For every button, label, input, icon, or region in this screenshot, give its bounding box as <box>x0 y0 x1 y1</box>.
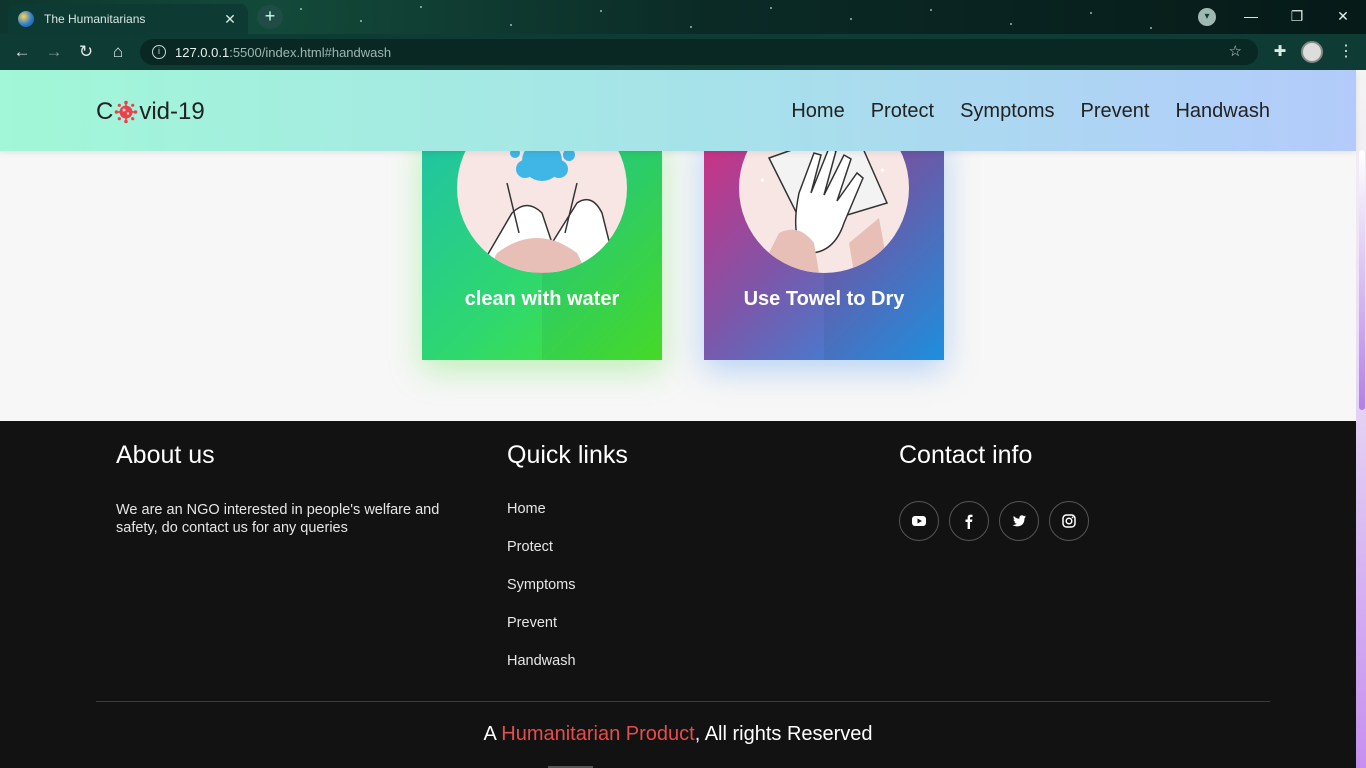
facebook-button[interactable] <box>949 501 989 541</box>
extensions-puzzle-icon[interactable]: ✚ <box>1270 42 1290 62</box>
svg-text:✦: ✦ <box>759 176 766 185</box>
instagram-icon <box>1062 514 1076 528</box>
logo-letter-c: C <box>96 98 114 125</box>
site-navbar: C vid-19 Home Protect Symptoms Prevent H… <box>0 70 1356 151</box>
new-tab-button[interactable]: + <box>257 5 283 29</box>
card-label-water: clean with water <box>464 288 620 310</box>
browser-menu-icon[interactable]: ⋮ <box>1338 41 1354 63</box>
copyright-brand-link[interactable]: Humanitarian Product <box>501 723 694 745</box>
minimize-button[interactable]: — <box>1241 6 1261 26</box>
handwash-section: clean with water ✦ ✦ ✦ Use Towel to Dry <box>0 131 1356 421</box>
twitter-icon <box>1012 515 1026 527</box>
copyright-prefix: A <box>483 723 502 745</box>
card-label-towel: Use Towel to Dry <box>743 288 905 310</box>
address-bar[interactable]: i 127.0.0.1:5500/index.html#handwash ☆ <box>140 39 1258 65</box>
scrollbar-thumb[interactable] <box>1359 150 1365 410</box>
close-window-button[interactable]: ✕ <box>1333 6 1353 26</box>
url-host: 127.0.0.1 <box>175 44 230 60</box>
about-heading: About us <box>116 441 215 469</box>
page-viewport: C vid-19 Home Protect Symptoms Prevent H… <box>0 70 1366 768</box>
svg-text:✦: ✦ <box>879 166 886 175</box>
site-footer: About us We are an NGO interested in peo… <box>0 421 1356 768</box>
footer-link-protect[interactable]: Protect <box>507 539 576 577</box>
profile-dropdown-icon[interactable]: ▾ <box>1198 8 1216 26</box>
quick-links-list: Home Protect Symptoms Prevent Handwash <box>507 501 576 691</box>
nav-link-prevent[interactable]: Prevent <box>1081 100 1150 123</box>
reload-icon[interactable]: ↻ <box>75 41 97 63</box>
youtube-button[interactable] <box>899 501 939 541</box>
about-text: We are an NGO interested in people's wel… <box>116 502 440 536</box>
globe-favicon-icon <box>18 11 34 27</box>
social-links <box>899 501 1089 541</box>
browser-tab[interactable]: The Humanitarians ✕ <box>8 4 248 34</box>
contact-heading: Contact info <box>899 441 1033 469</box>
copyright-suffix: , All rights Reserved <box>694 723 873 745</box>
forward-arrow-icon[interactable]: → <box>43 41 65 63</box>
main-nav: Home Protect Symptoms Prevent Handwash <box>791 100 1270 123</box>
instagram-button[interactable] <box>1049 501 1089 541</box>
back-arrow-icon[interactable]: ← <box>11 41 33 63</box>
handwash-card-towel[interactable]: ✦ ✦ ✦ Use Towel to Dry <box>704 131 944 360</box>
url-path: :5500/index.html#handwash <box>229 44 392 60</box>
profile-avatar-icon[interactable] <box>1301 41 1323 63</box>
tab-close-icon[interactable]: ✕ <box>222 11 238 28</box>
tab-title: The Humanitarians <box>44 12 146 26</box>
nav-link-handwash[interactable]: Handwash <box>1175 100 1270 123</box>
page-content: C vid-19 Home Protect Symptoms Prevent H… <box>0 70 1356 768</box>
copyright-text: A Humanitarian Product, All rights Reser… <box>0 723 1356 746</box>
facebook-icon <box>965 514 973 529</box>
bookmark-star-icon[interactable]: ☆ <box>1229 42 1242 60</box>
youtube-icon <box>912 516 926 526</box>
handwash-card-water[interactable]: clean with water <box>422 131 662 360</box>
home-icon[interactable]: ⌂ <box>107 41 129 63</box>
site-logo[interactable]: C vid-19 <box>96 98 205 126</box>
page-scrollbar[interactable] <box>1356 70 1366 768</box>
twitter-button[interactable] <box>999 501 1039 541</box>
footer-link-home[interactable]: Home <box>507 501 576 539</box>
nav-link-protect[interactable]: Protect <box>871 100 934 123</box>
footer-divider <box>96 701 1270 702</box>
footer-link-handwash[interactable]: Handwash <box>507 653 576 691</box>
logo-text: vid-19 <box>139 98 205 125</box>
browser-tabstrip: The Humanitarians ✕ + ▾ — ❐ ✕ <box>0 0 1366 34</box>
site-info-icon[interactable]: i <box>152 45 166 59</box>
quick-links-heading: Quick links <box>507 441 628 469</box>
restore-button[interactable]: ❐ <box>1287 6 1307 26</box>
virus-icon <box>115 100 138 124</box>
footer-link-symptoms[interactable]: Symptoms <box>507 577 576 615</box>
nav-link-symptoms[interactable]: Symptoms <box>960 100 1054 123</box>
footer-link-prevent[interactable]: Prevent <box>507 615 576 653</box>
nav-link-home[interactable]: Home <box>791 100 844 123</box>
